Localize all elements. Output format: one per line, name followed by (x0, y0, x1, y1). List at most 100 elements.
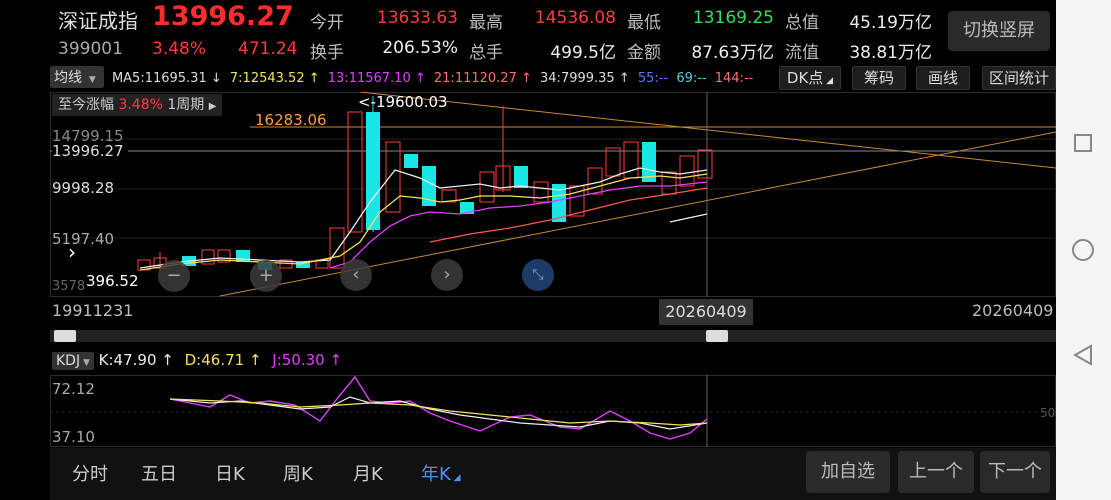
draw-line-button[interactable]: 画线 (916, 66, 970, 90)
period-gain-value: 3.48% (118, 97, 163, 113)
stat-label-market-cap: 总值 (785, 13, 819, 33)
max-price-label: <-19600.03 (358, 93, 448, 111)
ma-item: 34:7999.35 ↑ (540, 71, 630, 86)
kdj-k-value: K:47.90 ↑ (98, 351, 174, 369)
scroll-handle-left[interactable] (54, 330, 76, 342)
zoom-out-button[interactable]: − (158, 260, 190, 292)
tab-five-day[interactable]: 五日 (141, 460, 177, 486)
candle-up (587, 167, 603, 195)
recents-icon[interactable] (1074, 134, 1092, 152)
y-label-min: 396.52 (86, 272, 139, 290)
trend-line (359, 92, 1056, 169)
scroll-handle-right[interactable] (706, 330, 728, 342)
stat-label-float-cap: 流值 (785, 43, 819, 63)
ma-selector-label: 均线 (54, 70, 82, 86)
stat-label-open: 今开 (310, 13, 344, 33)
chevron-right-icon: ▶ (208, 101, 217, 112)
stat-value-high: 14536.08 (534, 8, 616, 28)
period-gain-label: 至今涨幅 (58, 97, 114, 113)
chart-scrollbar[interactable] (50, 330, 1056, 342)
switch-portrait-button[interactable]: 切换竖屏 (948, 11, 1050, 51)
tab-intraday[interactable]: 分时 (72, 460, 108, 486)
indicator-selector-label: KDJ (56, 353, 81, 369)
ma-item: 69:-- (676, 71, 707, 86)
previous-button[interactable]: 上一个 (898, 451, 974, 493)
y-label: 3578 (52, 279, 86, 294)
dk-point-label: DK点 (786, 69, 824, 87)
candle-up (329, 227, 345, 269)
period-gain-box[interactable]: 至今涨幅 3.48% 1周期 ▶ (52, 94, 223, 116)
back-icon[interactable] (1073, 344, 1093, 366)
ma-legend: 均线 ▼ MA5:11695.31 ↓ 7:12543.52 ↑ 13:1156… (50, 66, 780, 88)
stat-value-amount: 87.63万亿 (691, 43, 774, 63)
index-code: 399001 (58, 39, 123, 59)
stat-label-low: 最低 (627, 13, 661, 33)
candle-down (236, 250, 250, 262)
stat-label-high: 最高 (469, 13, 503, 33)
ma21-line (429, 187, 708, 243)
ma-item: 13:11567.10 ↑ (327, 71, 426, 86)
stat-value-open: 13633.63 (376, 8, 458, 28)
ma-item: MA5:11695.31 ↓ (111, 71, 222, 86)
tab-weekly-k[interactable]: 周K (283, 460, 313, 486)
candle-down (366, 112, 380, 230)
tab-monthly-k[interactable]: 月K (353, 460, 383, 486)
y-label: 9998.28 (52, 179, 115, 197)
chips-button[interactable]: 筹码 (852, 66, 906, 90)
ma34-line (669, 213, 708, 223)
stat-label-volume: 总手 (469, 43, 503, 63)
kdj-j-value: J:50.30 ↑ (272, 351, 343, 369)
stat-value-turnover: 206.53% (382, 38, 458, 58)
kdj-y-top: 72.12 (52, 380, 95, 398)
ma-item: 55:-- (637, 71, 669, 86)
stat-label-turnover: 换手 (310, 43, 344, 63)
left-edge (0, 0, 50, 500)
level-price-label: 16283.06 (255, 111, 327, 129)
fit-icon[interactable]: ⤡ (522, 259, 554, 291)
kdj-j-line (169, 375, 708, 440)
period-count: 1周期 (167, 97, 205, 113)
home-icon[interactable] (1072, 239, 1094, 261)
candles (137, 96, 713, 272)
kdj-legend: KDJ ▼ K:47.90 ↑ D:46.71 ↑ J:50.30 ↑ (52, 351, 342, 370)
candle-up (605, 147, 621, 177)
cursor-date: 20260409 (659, 299, 753, 325)
ma-selector[interactable]: 均线 ▼ (50, 66, 104, 88)
ma13-line (329, 181, 708, 269)
indicator-selector[interactable]: KDJ ▼ (52, 352, 94, 370)
add-watchlist-button[interactable]: 加自选 (806, 451, 890, 493)
change-amount: 471.24 (238, 39, 298, 59)
current-price-label: 13996.27 (52, 142, 128, 160)
zoom-in-button[interactable]: + (250, 260, 282, 292)
date-end: 20260409 (972, 301, 1054, 320)
kdj-y-bottom: 37.10 (52, 428, 95, 446)
kline-chart (50, 92, 1056, 297)
tab-yearly-k[interactable]: 年K ◢ (421, 460, 461, 486)
scroll-right-button[interactable]: › (431, 259, 463, 291)
candle-down (514, 166, 528, 188)
kdj-chart (50, 375, 1056, 447)
candle-up (347, 111, 363, 233)
scroll-left-button[interactable]: ‹ (340, 259, 372, 291)
tab-daily-k[interactable]: 日K (215, 460, 245, 486)
dk-point-button[interactable]: DK点 ◢ (779, 66, 841, 90)
next-button[interactable]: 下一个 (980, 451, 1050, 493)
ma-item: 7:12543.52 ↑ (229, 71, 320, 86)
current-price: 13996.27 (152, 1, 294, 32)
date-start: 19911231 (52, 301, 134, 320)
stat-value-float-cap: 38.81万亿 (849, 43, 932, 63)
kdj-d-value: D:46.71 ↑ (184, 351, 262, 369)
expand-arrow-icon[interactable]: › (52, 237, 92, 267)
candle-down (404, 154, 418, 168)
change-percent: 3.48% (152, 39, 207, 59)
kdj-k-line (169, 396, 708, 430)
stat-label-amount: 金额 (627, 43, 661, 63)
candle-up (679, 155, 695, 187)
stat-value-low: 13169.25 (692, 8, 774, 28)
kdj-ref-label: 50 (1040, 406, 1056, 420)
stat-value-volume: 499.5亿 (550, 43, 616, 63)
index-name: 深证成指 (58, 9, 138, 33)
stat-value-market-cap: 45.19万亿 (849, 13, 932, 33)
range-stats-button[interactable]: 区间统计 (982, 66, 1056, 90)
candle-up (661, 171, 677, 195)
